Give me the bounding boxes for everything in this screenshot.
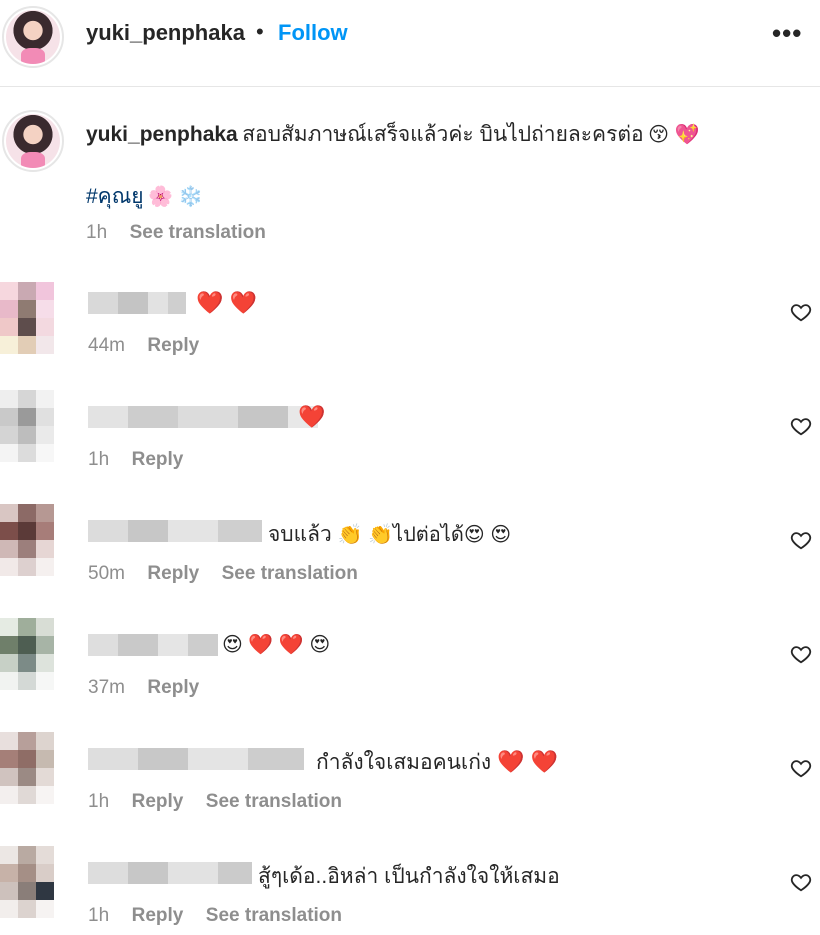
comment-emojis: 😍 ❤️ ❤️ 😍 (222, 634, 331, 656)
comment-text-row: ❤️ (298, 404, 325, 430)
caption-see-translation[interactable]: See translation (130, 222, 266, 243)
comment-username-redacted[interactable] (88, 634, 218, 656)
comment-avatar[interactable] (0, 504, 54, 576)
comment-reply-button[interactable]: Reply (147, 563, 199, 584)
caption-text: สอบสัมภาษณ์เสร็จแล้วค่ะ บินไปถ่ายละครต่อ (242, 123, 644, 146)
comment-username-redacted[interactable] (88, 406, 318, 428)
comment-emojis: ❤️ (298, 404, 326, 429)
follow-button[interactable]: Follow (278, 20, 348, 46)
comment-meta: 1h Reply (88, 449, 183, 471)
caption-line: yuki_penphaka สอบสัมภาษณ์เสร็จแล้วค่ะ บิ… (86, 118, 699, 151)
comment-text: จบแล้ว (268, 523, 332, 546)
header-separator: • (256, 19, 264, 44)
comment-reply-button[interactable]: Reply (132, 791, 184, 812)
comment-text-row: จบแล้ว 👏 👏ไปต่อได้😍 😍 (268, 518, 511, 551)
comment-time[interactable]: 1h (88, 449, 109, 470)
hashtag-emojis: 🌸 ❄️ (147, 186, 204, 208)
comment-avatar[interactable] (0, 390, 54, 462)
comment-text-row: 😍 ❤️ ❤️ 😍 (222, 632, 330, 657)
comment-time[interactable]: 1h (88, 791, 109, 812)
comment-time[interactable]: 44m (88, 335, 125, 356)
comment-username-redacted[interactable] (88, 520, 262, 542)
comment-meta: 1h Reply See translation (88, 791, 342, 813)
comment-time[interactable]: 1h (88, 905, 109, 926)
comment-emojis: ❤️ ❤️ (497, 749, 558, 774)
comment-time[interactable]: 50m (88, 563, 125, 584)
comment-emojis: 👏 👏ไปต่อได้😍 😍 (337, 524, 512, 546)
comment-avatar[interactable] (0, 618, 54, 690)
caption-emojis: 😚 💖 (648, 124, 700, 146)
caption-meta: 1h See translation (86, 222, 266, 244)
more-options-icon[interactable]: ••• (772, 18, 802, 49)
comment-text: กำลังใจเสมอคนเก่ง (316, 751, 492, 774)
heart-outline-icon[interactable] (790, 643, 812, 665)
comment-time[interactable]: 37m (88, 677, 125, 698)
comment-meta: 50m Reply See translation (88, 563, 358, 585)
comment-username-redacted[interactable] (88, 748, 304, 770)
comment-avatar[interactable] (0, 282, 54, 354)
comment-reply-button[interactable]: Reply (132, 905, 184, 926)
comment-meta: 37m Reply (88, 677, 199, 699)
comment-username-redacted[interactable] (88, 292, 186, 314)
header-avatar[interactable] (6, 10, 60, 64)
caption-hashtag[interactable]: #คุณยู (86, 185, 144, 208)
comment-text-row: สู้ๆเด้อ..อิหล่า เป็นกำลังใจให้เสมอ (258, 860, 560, 893)
heart-outline-icon[interactable] (790, 529, 812, 551)
caption-avatar[interactable] (6, 114, 60, 168)
heart-outline-icon[interactable] (790, 301, 812, 323)
comment-username-redacted[interactable] (88, 862, 252, 884)
comment-avatar[interactable] (0, 732, 54, 804)
post-header: yuki_penphaka • Follow ••• (0, 0, 820, 87)
comment-see-translation[interactable]: See translation (206, 791, 342, 812)
comment-see-translation[interactable]: See translation (222, 563, 358, 584)
heart-outline-icon[interactable] (790, 871, 812, 893)
comment-reply-button[interactable]: Reply (132, 449, 184, 470)
comment-text-row: กำลังใจเสมอคนเก่ง ❤️ ❤️ (316, 746, 558, 779)
comment-meta: 1h Reply See translation (88, 905, 342, 927)
heart-outline-icon[interactable] (790, 415, 812, 437)
comment-emojis: ❤️ ❤️ (196, 290, 257, 315)
comment-reply-button[interactable]: Reply (147, 335, 199, 356)
caption-time[interactable]: 1h (86, 222, 107, 243)
comment-meta: 44m Reply (88, 335, 199, 357)
hashtag-line: #คุณยู 🌸 ❄️ (86, 180, 203, 213)
comment-see-translation[interactable]: See translation (206, 905, 342, 926)
caption-username[interactable]: yuki_penphaka (86, 123, 238, 146)
comment-avatar[interactable] (0, 846, 54, 918)
comment-reply-button[interactable]: Reply (147, 677, 199, 698)
comment-text: สู้ๆเด้อ..อิหล่า เป็นกำลังใจให้เสมอ (258, 865, 560, 888)
comment-text-row: ❤️ ❤️ (196, 290, 257, 316)
header-username[interactable]: yuki_penphaka (86, 20, 245, 46)
heart-outline-icon[interactable] (790, 757, 812, 779)
